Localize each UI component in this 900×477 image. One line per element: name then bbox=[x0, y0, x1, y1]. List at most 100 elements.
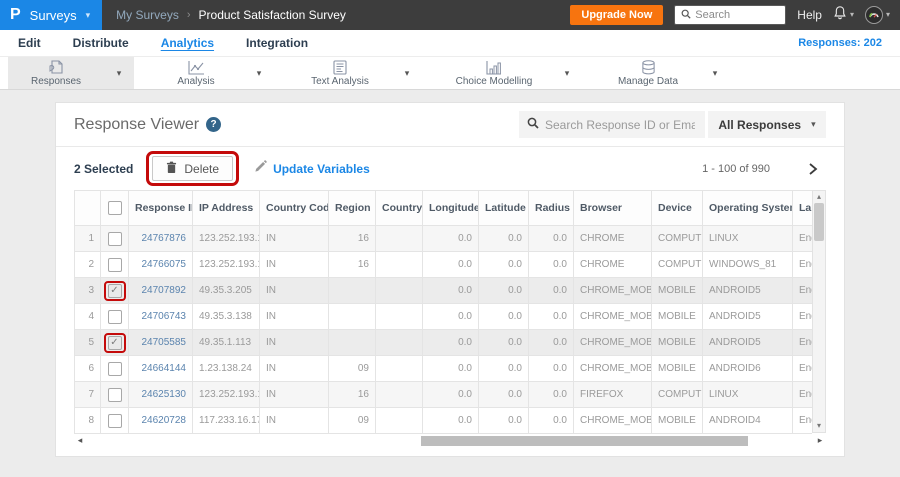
notifications-menu[interactable]: ▾ bbox=[833, 5, 854, 25]
chevron-down-icon[interactable]: ▾ bbox=[392, 57, 422, 89]
row-checkbox[interactable] bbox=[107, 361, 122, 376]
response-filter-dropdown[interactable]: All Responses ▾ bbox=[708, 111, 826, 138]
search-icon bbox=[681, 6, 691, 24]
nav-item-edit[interactable]: Edit bbox=[18, 36, 41, 50]
row-number: 2 bbox=[74, 251, 101, 278]
cell-region: 16 bbox=[328, 225, 376, 252]
choice-modelling-icon bbox=[486, 60, 502, 75]
cell-response_id[interactable]: 24767876 bbox=[128, 225, 193, 252]
column-header-radius[interactable]: Radius bbox=[528, 190, 574, 226]
toolbar-tab-label: Manage Data bbox=[617, 76, 679, 87]
checkbox-annotation-highlight: ✓ bbox=[103, 280, 126, 301]
chevron-down-icon[interactable]: ▾ bbox=[552, 57, 582, 89]
toolbar-tab-choice-modelling[interactable]: Choice Modelling ▾ bbox=[436, 57, 582, 89]
response-search-input[interactable] bbox=[545, 117, 695, 132]
horizontal-scrollbar[interactable]: ◂ ▸ bbox=[74, 434, 826, 447]
nav-item-distribute[interactable]: Distribute bbox=[73, 36, 129, 50]
cell-radius: 0.0 bbox=[528, 277, 574, 304]
table-row: 6 24664144 1.23.138.24 IN 09 0.0 0.0 0.0 CHROME_… bbox=[74, 355, 813, 382]
column-header-latitude[interactable]: Latitude bbox=[478, 190, 529, 226]
scroll-left-icon[interactable]: ◂ bbox=[74, 435, 86, 446]
horizontal-scroll-track[interactable] bbox=[86, 435, 814, 446]
row-checkbox[interactable] bbox=[107, 231, 122, 246]
column-header-os[interactable]: Operating System bbox=[702, 190, 793, 226]
cell-browser: CHROME_MOBILE bbox=[573, 277, 652, 304]
row-checkbox[interactable]: ✓ bbox=[107, 335, 122, 350]
global-search-box[interactable] bbox=[674, 5, 787, 25]
upgrade-now-button[interactable]: Upgrade Now bbox=[570, 5, 664, 25]
response-search-box[interactable] bbox=[519, 111, 705, 138]
vertical-scroll-thumb[interactable] bbox=[814, 203, 825, 241]
select-all-checkbox[interactable] bbox=[107, 201, 122, 215]
toolbar-tab-analysis[interactable]: Analysis ▾ bbox=[148, 57, 274, 89]
chevron-down-icon[interactable]: ▾ bbox=[244, 57, 274, 89]
cell-response_id[interactable]: 24664144 bbox=[128, 355, 193, 382]
cell-language: English bbox=[792, 225, 813, 252]
vertical-scroll-track[interactable] bbox=[814, 203, 825, 420]
column-header-region[interactable]: Region bbox=[328, 190, 376, 226]
horizontal-scroll-thumb[interactable] bbox=[420, 435, 749, 446]
column-header-browser[interactable]: Browser bbox=[573, 190, 652, 226]
scroll-down-icon[interactable]: ▾ bbox=[817, 420, 821, 432]
vertical-scrollbar[interactable]: ▴ ▾ bbox=[812, 190, 826, 433]
cell-language: English bbox=[792, 303, 813, 330]
row-number: 8 bbox=[74, 407, 101, 434]
cell-region: 16 bbox=[328, 381, 376, 408]
delete-button[interactable]: Delete bbox=[152, 156, 234, 181]
chevron-down-icon[interactable]: ▾ bbox=[104, 57, 134, 89]
analysis-icon bbox=[187, 60, 205, 75]
scroll-right-icon[interactable]: ▸ bbox=[814, 435, 826, 446]
cell-country_code: IN bbox=[259, 225, 329, 252]
chevron-down-icon[interactable]: ▾ bbox=[700, 57, 730, 89]
help-link[interactable]: Help bbox=[797, 8, 822, 22]
column-header-longitude[interactable]: Longitude bbox=[422, 190, 479, 226]
cell-radius: 0.0 bbox=[528, 329, 574, 356]
row-checkbox[interactable] bbox=[107, 387, 122, 402]
chevron-down-icon: ▾ bbox=[849, 10, 854, 19]
row-checkbox[interactable] bbox=[107, 309, 122, 324]
cell-response_id[interactable]: 24625130 bbox=[128, 381, 193, 408]
next-page-button[interactable] bbox=[808, 162, 818, 176]
scroll-up-icon[interactable]: ▴ bbox=[817, 191, 821, 203]
cell-response_id[interactable]: 24766075 bbox=[128, 251, 193, 278]
row-checkbox[interactable] bbox=[107, 257, 122, 272]
toolbar-tab-label: Analysis bbox=[177, 76, 215, 87]
text-analysis-icon bbox=[333, 60, 347, 75]
toolbar-tab-responses[interactable]: Responses ▾ bbox=[8, 57, 134, 89]
column-header-response_id[interactable]: Response ID▲ bbox=[128, 190, 193, 226]
card-header: Response Viewer ? All Responses ▾ bbox=[56, 103, 844, 147]
surveys-product-menu[interactable]: P Surveys ▾ bbox=[0, 0, 103, 30]
row-checkbox[interactable]: ✓ bbox=[107, 283, 122, 298]
column-header-country_code[interactable]: Country Code bbox=[259, 190, 329, 226]
global-search-input[interactable] bbox=[695, 9, 776, 21]
account-menu[interactable]: ▾ bbox=[864, 6, 890, 24]
nav-item-analytics[interactable]: Analytics bbox=[161, 36, 214, 50]
nav-item-integration[interactable]: Integration bbox=[246, 36, 308, 50]
update-variables-button[interactable]: Update Variables bbox=[254, 159, 370, 178]
cell-response_id[interactable]: 24706743 bbox=[128, 303, 193, 330]
table-row: 3 ✓ 24707892 49.35.3.205 IN 0.0 0.0 0.0 CHROME_M… bbox=[74, 277, 813, 304]
column-header-language[interactable]: Language bbox=[792, 190, 813, 226]
cell-response_id[interactable]: 24705585 bbox=[128, 329, 193, 356]
cell-response_id[interactable]: 24620728 bbox=[128, 407, 193, 434]
cell-ip: 49.35.1.113 bbox=[192, 329, 260, 356]
pencil-icon bbox=[254, 159, 267, 178]
column-header-device[interactable]: Device bbox=[651, 190, 703, 226]
cell-country_code: IN bbox=[259, 251, 329, 278]
cell-country bbox=[375, 251, 423, 278]
cell-browser: CHROME bbox=[573, 225, 652, 252]
breadcrumb-my-surveys[interactable]: My Surveys bbox=[116, 8, 179, 22]
toolbar-tab-text-analysis[interactable]: Text Analysis ▾ bbox=[288, 57, 422, 89]
responses-table-wrap: Response ID▲IP AddressCountry CodeRegion… bbox=[74, 190, 813, 434]
row-number: 5 bbox=[74, 329, 101, 356]
row-checkbox[interactable] bbox=[107, 413, 122, 428]
cell-latitude: 0.0 bbox=[478, 277, 529, 304]
cell-response_id[interactable]: 24707892 bbox=[128, 277, 193, 304]
toolbar-tab-manage-data[interactable]: Manage Data ▾ bbox=[596, 57, 730, 89]
help-icon[interactable]: ? bbox=[206, 117, 222, 132]
responses-count[interactable]: Responses: 202 bbox=[798, 37, 882, 49]
table-row: 124767876123.252.193.148IN160.00.00.0CHR… bbox=[74, 225, 813, 252]
column-header-ip[interactable]: IP Address bbox=[192, 190, 260, 226]
cell-country bbox=[375, 225, 423, 252]
column-header-country[interactable]: Country bbox=[375, 190, 423, 226]
